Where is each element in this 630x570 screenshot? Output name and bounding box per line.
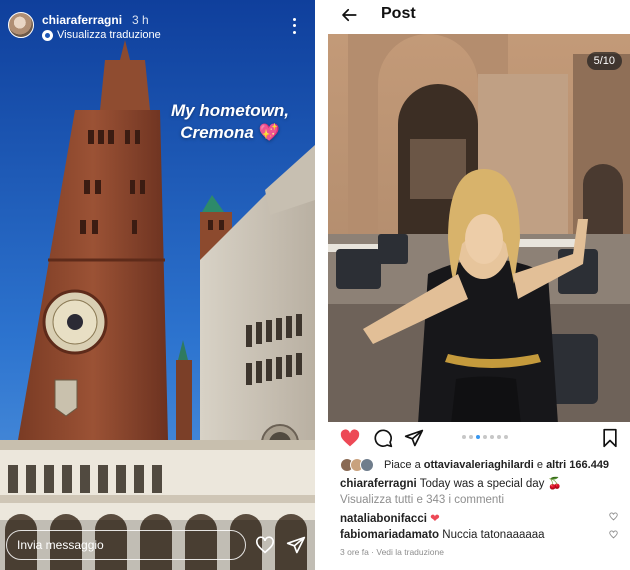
bookmark-icon[interactable] <box>600 428 620 448</box>
story-photo-cremona-cathedral <box>0 0 315 570</box>
comment-username[interactable]: fabiomariadamato <box>340 529 439 541</box>
post-photo-cafe-portrait <box>328 34 630 422</box>
post-view: Post 5/10 Piace a ottaviavaleriaghilardi… <box>322 0 630 570</box>
likes-user[interactable]: ottaviavaleriaghilardi <box>424 459 534 471</box>
story-view[interactable]: chiaraferragni 3 h Visualizza traduzione… <box>0 0 315 570</box>
heart-outline-icon[interactable] <box>255 536 275 554</box>
view-all-comments-link[interactable]: Visualizza tutti e 343 i commenti <box>340 494 504 506</box>
back-arrow-icon[interactable] <box>340 6 358 24</box>
carousel-dot <box>469 435 473 439</box>
carousel-dot <box>490 435 494 439</box>
caption-text: Today was a special day <box>419 478 545 490</box>
translate-label: Visualizza traduzione <box>57 29 161 41</box>
comment-row: fabiomariadamato Nuccia tatonaaaaaa <box>340 529 545 541</box>
avatar <box>360 458 374 472</box>
avatar[interactable] <box>8 12 34 38</box>
page-title: Post <box>381 5 416 22</box>
comment-username[interactable]: nataliabonifacci <box>340 513 427 525</box>
carousel-dot <box>462 435 466 439</box>
translate-icon <box>42 29 53 41</box>
story-caption-line1: My hometown, <box>170 101 290 120</box>
likes-others[interactable]: altri 166.449 <box>546 459 609 471</box>
send-icon[interactable] <box>286 535 306 555</box>
story-text-sticker: My hometown, Cremona 💖 <box>150 100 310 144</box>
screenshot-root: chiaraferragni 3 h Visualizza traduzione… <box>0 0 630 570</box>
post-carousel-image[interactable]: 5/10 <box>328 34 630 422</box>
story-username[interactable]: chiaraferragni <box>42 13 122 27</box>
post-caption: chiaraferragni Today was a special day 🍒 <box>340 476 562 490</box>
comment-row: nataliabonifacci ❤ <box>340 511 440 525</box>
story-caption-line2: Cremona <box>180 123 254 142</box>
comment-text: Nuccia tatonaaaaaa <box>442 529 545 541</box>
cherry-emoji: 🍒 <box>547 478 562 490</box>
story-timestamp: 3 h <box>132 13 149 27</box>
sparkle-heart-emoji: 💖 <box>258 123 280 142</box>
story-header: chiaraferragni 3 h Visualizza traduzione <box>8 10 307 44</box>
post-timestamp-translate[interactable]: 3 ore fa · Vedi la traduzione <box>340 547 444 557</box>
likes-summary[interactable]: Piace a ottaviavaleriaghilardi e altri 1… <box>340 457 609 473</box>
carousel-dot <box>504 435 508 439</box>
caption-username[interactable]: chiaraferragni <box>340 478 417 490</box>
carousel-dot <box>483 435 487 439</box>
panel-divider <box>315 0 322 570</box>
comment-like-icon[interactable] <box>609 530 618 539</box>
more-icon[interactable] <box>289 16 299 36</box>
comment-icon[interactable] <box>373 428 393 448</box>
translate-link[interactable]: Visualizza traduzione <box>42 29 161 41</box>
carousel-counter: 5/10 <box>586 52 622 70</box>
comment-text: ❤ <box>430 513 440 525</box>
carousel-dot <box>476 435 480 439</box>
send-message-input[interactable]: Invia messaggio <box>6 530 246 560</box>
post-header: Post <box>322 0 630 32</box>
carousel-indicator <box>462 435 508 439</box>
carousel-dot <box>497 435 501 439</box>
comment-like-icon[interactable] <box>609 512 618 521</box>
liker-avatars <box>340 458 380 472</box>
share-icon[interactable] <box>404 428 424 448</box>
post-action-bar <box>322 426 630 450</box>
likes-connector: e <box>536 459 543 471</box>
likes-prefix: Piace a <box>384 459 421 471</box>
like-heart-filled-icon[interactable] <box>340 428 360 448</box>
